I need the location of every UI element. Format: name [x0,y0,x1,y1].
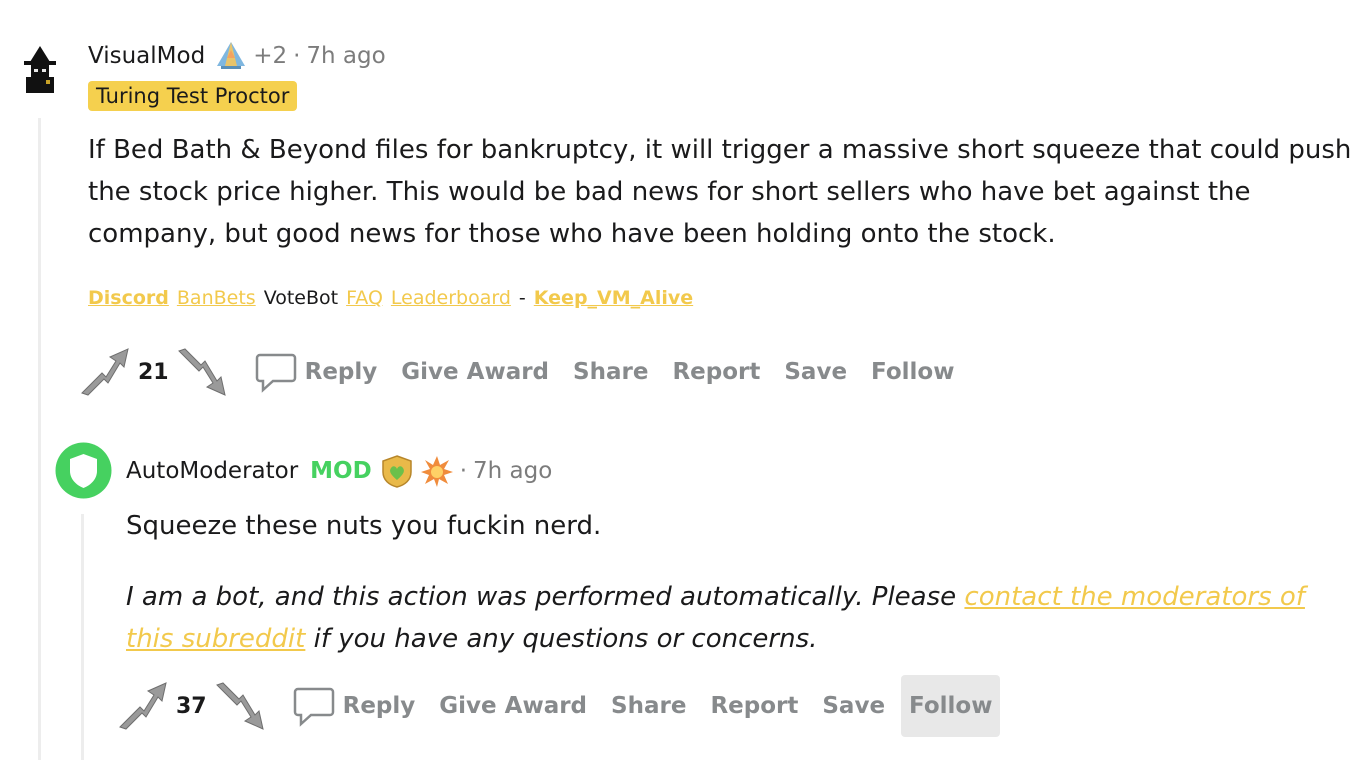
downvote-icon[interactable] [177,347,227,397]
heart-shield-award-icon[interactable] [380,454,414,488]
upvote-icon[interactable] [118,681,168,731]
bot-notice-text-end: if you have any questions or concerns. [313,624,818,654]
report-button[interactable]: Report [664,349,768,395]
comment-body: Squeeze these nuts you fuckin nerd. [126,511,602,541]
comment-icon[interactable] [293,685,335,727]
explosion-award-icon[interactable] [420,454,454,488]
meta-separator: · [459,458,468,484]
give-award-button[interactable]: Give Award [431,683,595,729]
comment-icon[interactable] [255,351,297,393]
comment-timestamp[interactable]: 7h ago [306,43,385,69]
save-button[interactable]: Save [814,683,893,729]
bot-notice-text: I am a bot, and this action was performe… [126,582,957,612]
follow-button[interactable]: Follow [901,675,1001,737]
vote-score: 37 [176,693,207,719]
thread-line-1[interactable] [38,118,41,760]
link-banbets[interactable]: BanBets [177,287,256,309]
link-leaderboard[interactable]: Leaderboard [391,287,511,309]
award-count[interactable]: +2 [253,43,287,69]
report-button[interactable]: Report [702,683,806,729]
share-button[interactable]: Share [565,349,656,395]
give-award-button[interactable]: Give Award [393,349,557,395]
thread-line-2[interactable] [81,514,84,760]
comment-timestamp[interactable]: 7h ago [473,458,552,484]
bot-notice: I am a bot, and this action was performe… [126,576,1326,660]
downvote-icon[interactable] [215,681,265,731]
link-separator: - [518,287,526,309]
upvote-icon[interactable] [80,347,130,397]
meta-separator: · [293,43,301,69]
share-button[interactable]: Share [603,683,694,729]
award-icon[interactable] [215,40,247,72]
link-keep-vm-alive[interactable]: Keep_VM_Alive [534,287,693,309]
link-faq[interactable]: FAQ [346,287,383,309]
follow-button[interactable]: Follow [863,349,962,395]
reply-button[interactable]: Reply [341,683,424,729]
comment-author[interactable]: VisualMod [88,43,205,69]
comment-author[interactable]: AutoModerator [126,458,298,484]
reply-button[interactable]: Reply [303,349,386,395]
user-flair: Turing Test Proctor [88,81,298,111]
bot-links: Discord BanBets VoteBot FAQ Leaderboard - Keep… [88,287,701,309]
link-discord[interactable]: Discord [88,287,169,309]
avatar-visualmod[interactable] [20,44,60,94]
save-button[interactable]: Save [776,349,855,395]
text-votebot: VoteBot [263,287,339,309]
comment-body: If Bed Bath & Beyond files for bankruptc… [88,135,1352,249]
vote-score: 21 [138,359,169,385]
mod-badge: MOD [310,458,372,484]
avatar-automoderator[interactable] [55,442,112,499]
